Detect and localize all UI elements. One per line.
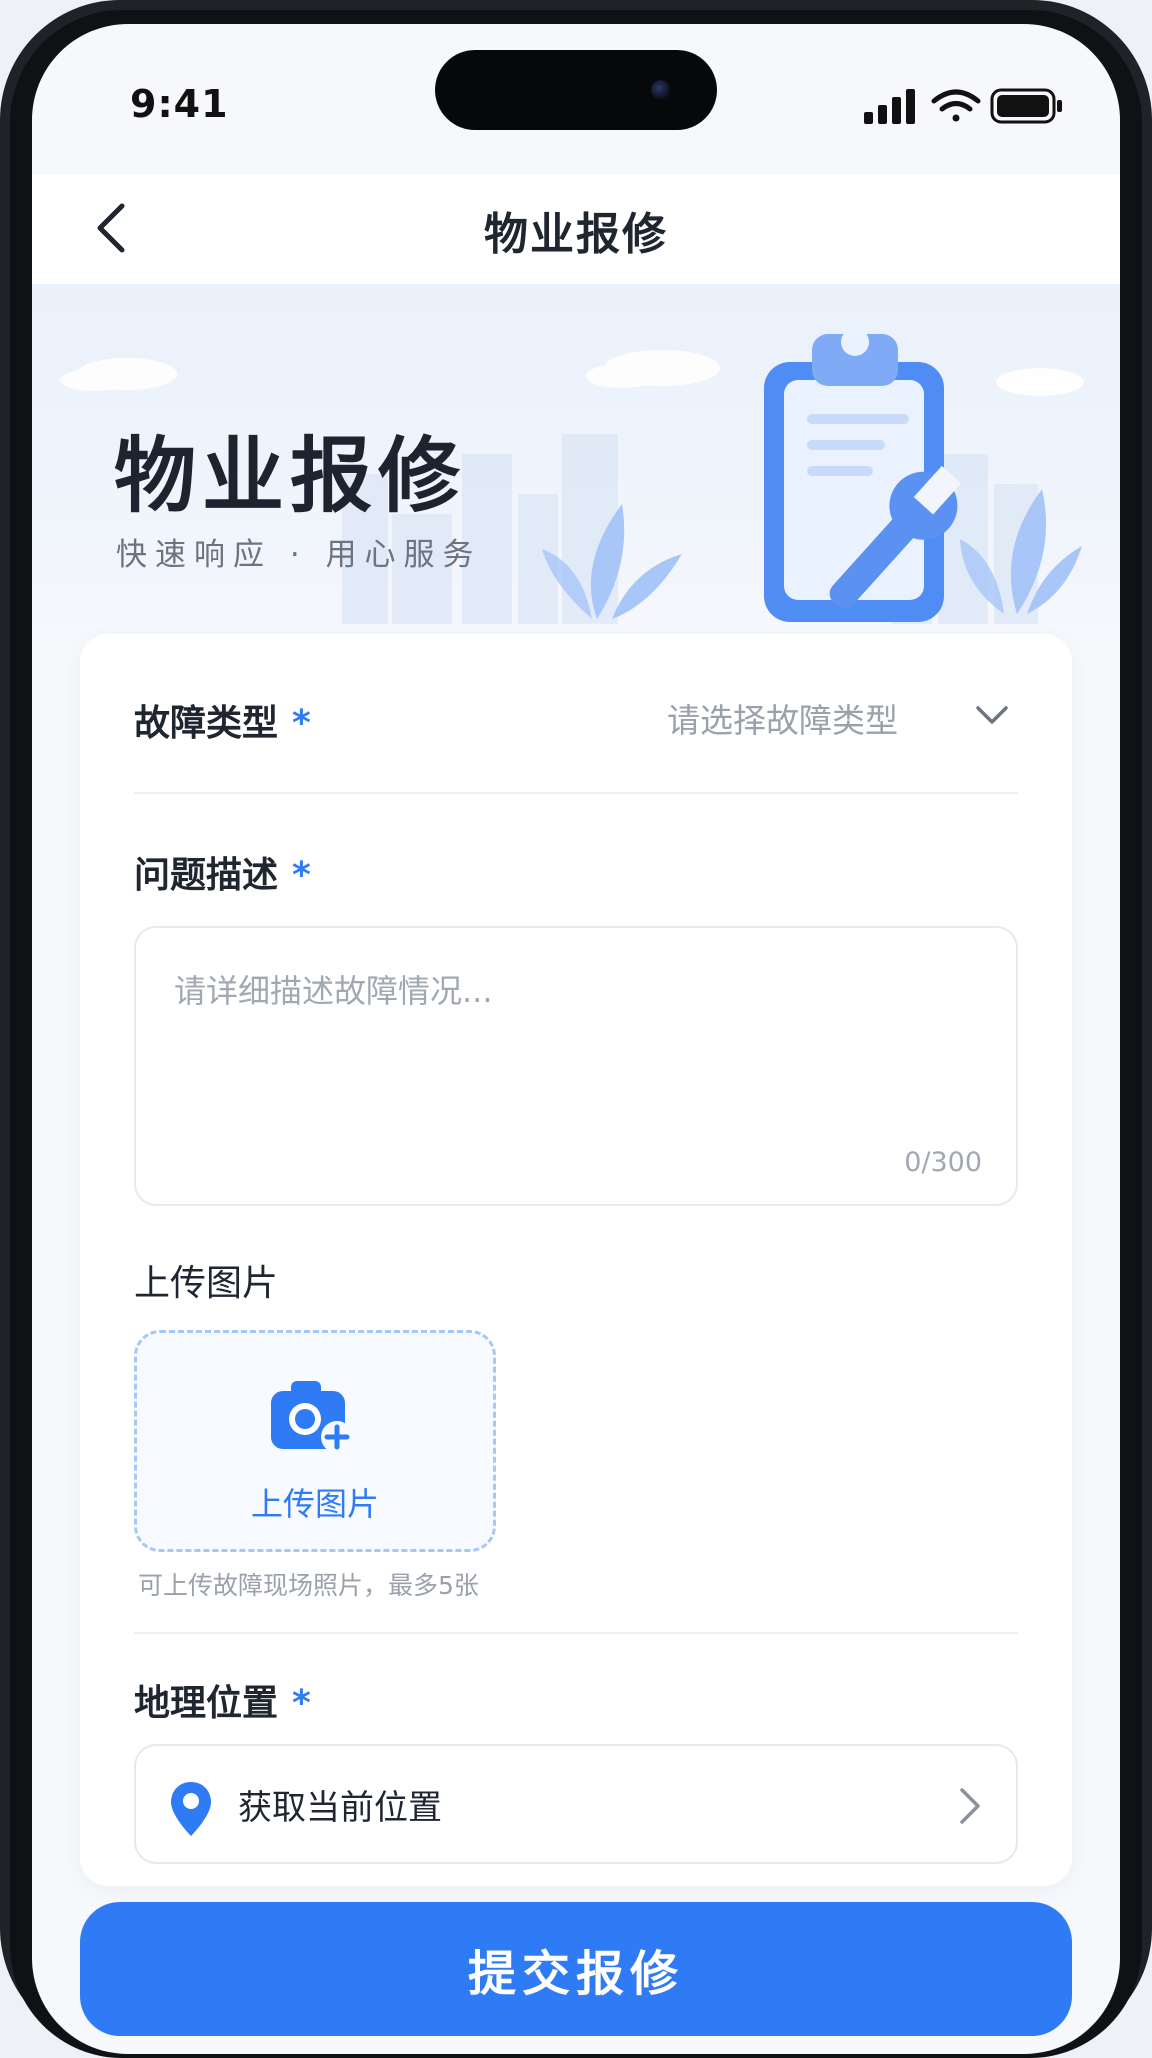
signal-icon (864, 89, 915, 124)
divider (134, 1632, 1018, 1634)
divider (134, 792, 1018, 794)
upload-hint: 可上传故障现场照片，最多5张 (138, 1571, 479, 1600)
required-mark: * (292, 1683, 311, 1724)
page-title: 物业报修 (484, 209, 668, 260)
location-value: 获取当前位置 (238, 1788, 442, 1828)
camera-plus-icon (271, 1381, 353, 1453)
battery-icon (990, 88, 1062, 124)
hero-banner: 物业报修 快速响应 · 用心服务 (32, 284, 1120, 644)
submit-repair-button[interactable]: 提交报修 (80, 1902, 1072, 2036)
wifi-icon (931, 89, 981, 122)
description-textarea[interactable]: 请详细描述故障情况... 0/300 (134, 926, 1018, 1206)
hero-title: 物业报修 (114, 429, 467, 524)
nav-bar: 物业报修 (32, 174, 1120, 284)
status-time: 9:41 (130, 82, 229, 126)
status-icons (864, 88, 1062, 124)
upload-label: 上传图片 (134, 1263, 279, 1304)
description-placeholder: 请详细描述故障情况... (174, 972, 493, 1010)
fault-type-select[interactable]: 请选择故障类型 (667, 694, 898, 742)
fault-type-label: 故障类型 * (134, 703, 311, 744)
get-location-button[interactable]: 获取当前位置 (134, 1744, 1018, 1864)
upload-image-button[interactable]: 上传图片 (134, 1330, 496, 1552)
hero-subtitle: 快速响应 · 用心服务 (116, 537, 482, 573)
chevron-right-icon (960, 1788, 980, 1824)
front-camera (651, 80, 671, 100)
required-mark: * (292, 855, 311, 896)
screen: 9:41 物业报修 物业报修 快速响应 · 用心服务 故障类型 * 请选择故障类… (32, 24, 1120, 2054)
description-label: 问题描述 * (134, 855, 311, 896)
fault-type-row[interactable]: 故障类型 * 请选择故障类型 (80, 634, 1072, 784)
upload-button-label: 上传图片 (250, 1485, 379, 1523)
char-counter: 0/300 (904, 1147, 982, 1178)
dynamic-island (435, 50, 717, 130)
repair-form-card: 故障类型 * 请选择故障类型 问题描述 * 请详细描述故障情况... 0/300 上… (80, 634, 1072, 1886)
required-mark: * (292, 703, 311, 744)
location-pin-icon (171, 1782, 211, 1836)
location-label: 地理位置 * (134, 1683, 311, 1724)
chevron-down-icon[interactable] (972, 700, 1012, 730)
